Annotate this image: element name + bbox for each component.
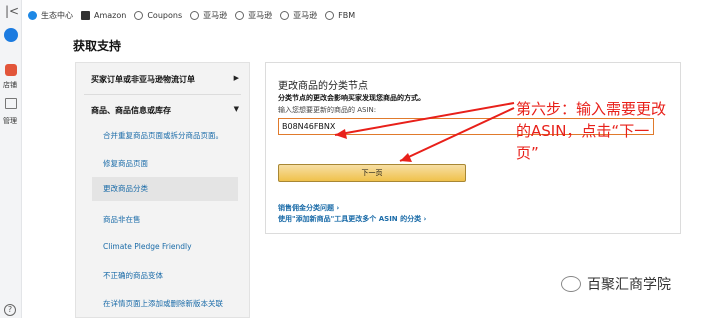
step-annotation: 第六步：输入需要更改 的ASIN，点击“下一 页” — [516, 98, 716, 164]
annotation-line: 第六步：输入需要更改 — [516, 100, 667, 118]
app-icon — [28, 10, 37, 20]
help-icon[interactable]: ? — [4, 304, 16, 316]
app-sidebar: |< 店铺 管理 ? — [0, 0, 22, 318]
screen: |< 店铺 管理 ? 生态中心 Amazon Coupons 亚马逊 亚马逊 亚… — [0, 0, 720, 318]
menu-section-label: 买家订单或非亚马逊物流订单 — [91, 75, 195, 84]
annotation-line: 页” — [516, 144, 539, 162]
globe-icon — [325, 10, 335, 20]
divider — [84, 94, 241, 95]
annotation-line: 的ASIN，点击“下一 — [516, 122, 650, 140]
page-title: 获取支持 — [73, 39, 122, 53]
bookmark-bar: 生态中心 Amazon Coupons 亚马逊 亚马逊 亚马逊 FBM — [28, 6, 355, 24]
shop-icon[interactable] — [5, 64, 17, 76]
globe-icon — [134, 10, 144, 20]
support-menu: 买家订单或非亚马逊物流订单 ▶ 商品、商品信息或库存 ▼ 合并重复商品页面或拆分… — [75, 62, 250, 318]
commission-category-link[interactable]: 销售佣金分类问题 › — [278, 203, 339, 213]
bookmark-label: 亚马逊 — [248, 10, 273, 20]
globe-icon — [280, 10, 290, 20]
wechat-icon — [561, 276, 581, 292]
bookmark-item[interactable]: FBM — [325, 10, 356, 20]
menu-item[interactable]: Climate Pledge Friendly — [103, 242, 192, 251]
collapse-sidebar-icon[interactable]: |< — [5, 4, 19, 18]
menu-item-active[interactable]: 更改商品分类 — [92, 177, 238, 201]
menu-item[interactable]: 不正确的商品变体 — [103, 270, 163, 281]
bookmark-label: Amazon — [94, 10, 127, 20]
globe-icon — [235, 10, 245, 20]
menu-section-products[interactable]: 商品、商品信息或库存 ▼ — [76, 105, 251, 116]
asin-label: 输入您想要更新的商品的 ASIN: — [278, 106, 377, 114]
manage-icon[interactable] — [5, 98, 17, 109]
menu-item[interactable]: 商品非在售 — [103, 214, 141, 225]
watermark: 百聚汇商学院 — [561, 274, 671, 294]
globe-icon — [190, 10, 200, 20]
bookmark-item[interactable]: 生态中心 — [28, 10, 73, 21]
app-logo-icon[interactable] — [4, 28, 18, 42]
bookmark-label: 生态中心 — [41, 10, 73, 20]
bookmark-item[interactable]: 亚马逊 — [190, 10, 227, 21]
chevron-down-icon: ▼ — [233, 105, 239, 113]
watermark-text: 百聚汇商学院 — [587, 277, 671, 293]
add-product-tool-link[interactable]: 使用"添加新商品"工具更改多个 ASIN 的分类 › — [278, 214, 426, 224]
bookmark-label: FBM — [338, 10, 356, 20]
bookmark-item[interactable]: 亚马逊 — [235, 10, 272, 21]
menu-item[interactable]: 修复商品页面 — [103, 158, 148, 169]
menu-item[interactable]: 在详情页面上添加或删除新版本关联 — [103, 298, 223, 309]
bookmark-label: Coupons — [147, 10, 183, 20]
menu-section-orders[interactable]: 买家订单或非亚马逊物流订单 ▶ — [76, 74, 251, 85]
shop-label[interactable]: 店铺 — [3, 80, 17, 90]
manage-label[interactable]: 管理 — [3, 116, 17, 126]
bookmark-label: 亚马逊 — [293, 10, 318, 20]
bookmark-item[interactable]: 亚马逊 — [280, 10, 317, 21]
menu-section-label: 商品、商品信息或库存 — [91, 106, 171, 115]
bookmark-label: 亚马逊 — [203, 10, 228, 20]
bookmark-item[interactable]: Amazon — [81, 10, 127, 20]
next-page-button[interactable]: 下一页 — [278, 164, 466, 182]
amazon-icon — [81, 10, 90, 20]
card-subtitle: 分类节点的更改会影响买家发现您商品的方式。 — [278, 94, 425, 102]
bookmark-item[interactable]: Coupons — [134, 10, 183, 20]
chevron-right-icon: ▶ — [233, 74, 239, 82]
card-heading: 更改商品的分类节点 — [278, 81, 368, 92]
menu-item[interactable]: 合并重复商品页面或拆分商品页面。 — [103, 130, 223, 141]
